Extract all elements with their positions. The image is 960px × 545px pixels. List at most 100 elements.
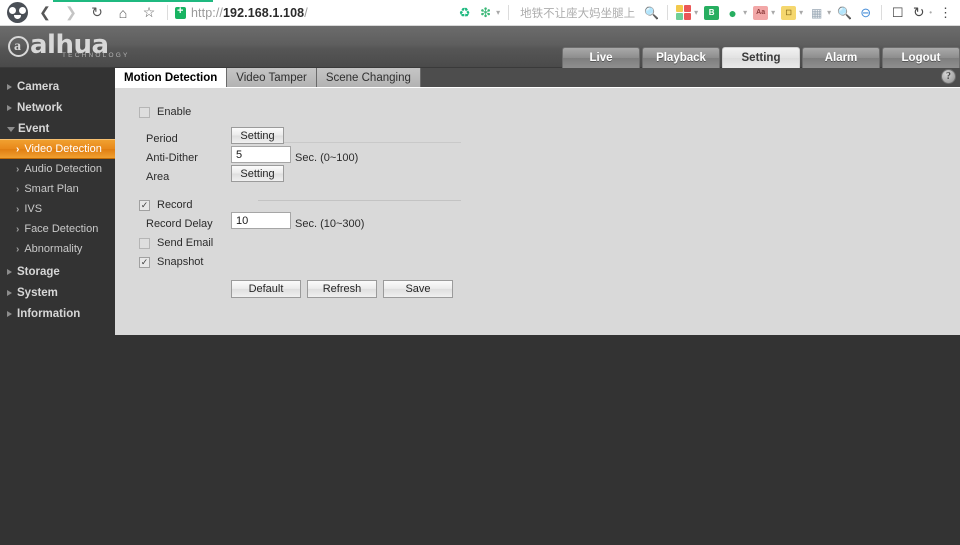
brand-subtitle: TECHNOLOGY	[62, 52, 130, 59]
chevron-down-icon-4[interactable]: ▾	[771, 8, 775, 17]
sidebar-item-ivs[interactable]: › IVS	[0, 199, 115, 219]
caret-right-icon	[7, 268, 12, 275]
zoom-out-icon[interactable]: ⊖	[857, 4, 874, 21]
chevron-down-icon-2[interactable]: ▾	[694, 8, 698, 17]
help-question-icon[interactable]: ?	[941, 69, 956, 84]
period-label: Period	[146, 133, 178, 145]
snapshot-checkbox[interactable]: ✓	[139, 256, 150, 268]
default-button[interactable]: Default	[231, 280, 301, 298]
enable-row: Enable	[139, 106, 191, 118]
screenshot-icon[interactable]: ☐	[780, 4, 797, 21]
sidebar-group-label: Camera	[17, 80, 60, 93]
reload-icon[interactable]: ↻	[84, 1, 110, 25]
antidither-unit: Sec. (0~100)	[295, 152, 359, 164]
refresh-button[interactable]: Refresh	[307, 280, 377, 298]
progress-accent-line	[53, 0, 213, 2]
shield-badge-icon[interactable]: ●	[724, 4, 741, 21]
sidebar-group-label: Event	[18, 122, 50, 135]
sidebar-group-information[interactable]: Information	[0, 303, 115, 324]
enable-checkbox[interactable]	[139, 106, 150, 118]
nav-tab-live[interactable]: Live	[562, 47, 640, 68]
record-delay-unit: Sec. (10~300)	[295, 218, 365, 230]
star-icon[interactable]: ☆	[136, 1, 162, 25]
toolbar-divider	[167, 5, 168, 20]
sidebar-group-storage[interactable]: Storage	[0, 261, 115, 282]
translate-icon[interactable]: Aa	[752, 4, 769, 21]
sidebar-group-label: Network	[17, 101, 63, 114]
tab-video-tamper[interactable]: Video Tamper	[227, 68, 317, 87]
undo-icon[interactable]: ↻	[910, 4, 927, 21]
tab-scene-changing[interactable]: Scene Changing	[316, 68, 421, 87]
apps-grid-icon[interactable]	[675, 4, 692, 21]
chevron-right-icon: ›	[16, 243, 20, 255]
chevron-down-icon-5[interactable]: ▾	[799, 8, 803, 17]
record-checkbox[interactable]: ✓	[139, 199, 150, 211]
sidebar-item-label: Video Detection	[24, 143, 102, 155]
antidither-input[interactable]	[231, 146, 291, 163]
sidebar-item-abnormality[interactable]: › Abnormality	[0, 239, 115, 259]
record-delay-label: Record Delay	[146, 218, 213, 230]
sidebar-item-smart-plan[interactable]: › Smart Plan	[0, 179, 115, 199]
chevron-down-icon-6[interactable]: ▾	[827, 8, 831, 17]
sidebar-group-label: Information	[17, 307, 81, 320]
sidebar-item-label: Smart Plan	[24, 183, 79, 195]
caret-right-icon	[7, 310, 12, 317]
antidither-label: Anti-Dither	[146, 152, 198, 164]
wallet-icon[interactable]: B	[703, 4, 720, 21]
sidebar-item-label: Abnormality	[24, 243, 83, 255]
section-divider	[258, 142, 461, 143]
leaf-green-icon[interactable]: ❇	[477, 4, 494, 21]
sidebar-group-network[interactable]: Network	[0, 97, 115, 118]
nav-tab-setting[interactable]: Setting	[722, 47, 800, 68]
save-button[interactable]: Save	[383, 280, 453, 298]
gamepad-icon[interactable]: ▦	[808, 4, 825, 21]
chevron-right-icon: ›	[16, 203, 20, 215]
sidebar-group-system[interactable]: System	[0, 282, 115, 303]
chevron-right-icon: ›	[16, 143, 20, 155]
content-area: Motion Detection Video Tamper Scene Chan…	[115, 68, 960, 335]
url-text: http://192.168.1.108/	[191, 5, 308, 20]
nav-tab-playback[interactable]: Playback	[642, 47, 720, 68]
nav-tab-alarm[interactable]: Alarm	[802, 47, 880, 68]
send-email-checkbox[interactable]	[139, 237, 150, 249]
main-nav-tabs: Live Playback Setting Alarm Logout	[560, 36, 960, 68]
chevron-right-icon: ›	[16, 163, 20, 175]
nav-tab-logout[interactable]: Logout	[882, 47, 960, 68]
tab-motion-detection[interactable]: Motion Detection	[115, 68, 228, 87]
sidebar-item-video-detection[interactable]: › Video Detection	[0, 139, 115, 159]
sidebar-item-audio-detection[interactable]: › Audio Detection	[0, 159, 115, 179]
more-menu-icon[interactable]: ⋮	[937, 4, 954, 21]
content-tabstrip: Motion Detection Video Tamper Scene Chan…	[115, 68, 960, 87]
forward-arrow-icon[interactable]: ❯	[58, 1, 84, 25]
caret-right-icon	[7, 104, 12, 111]
address-bar[interactable]: http://192.168.1.108/	[173, 5, 308, 20]
search-icon[interactable]: 🔍	[643, 4, 660, 21]
recycle-green-icon[interactable]: ♻	[456, 4, 473, 21]
home-icon[interactable]: ⌂	[110, 1, 136, 25]
area-setting-button[interactable]: Setting	[231, 165, 284, 182]
caret-right-icon	[7, 83, 12, 90]
chevron-right-icon: ›	[16, 183, 20, 195]
browser-toolbar: ❮ ❯ ↻ ⌂ ☆ http://192.168.1.108/ ♻ ❇ ▾ 地铁…	[0, 0, 960, 26]
enable-label: Enable	[157, 106, 192, 118]
period-setting-button[interactable]: Setting	[231, 127, 284, 144]
sidebar-group-event[interactable]: Event	[0, 118, 115, 139]
caret-down-icon	[7, 127, 15, 132]
browser-logo-icon	[2, 1, 32, 25]
back-arrow-icon[interactable]: ❮	[32, 1, 58, 25]
record-label: Record	[157, 199, 193, 211]
logo-a-mark: a	[8, 36, 29, 57]
sidebar-item-face-detection[interactable]: › Face Detection	[0, 219, 115, 239]
mobile-view-icon[interactable]: ☐	[889, 4, 906, 21]
toolbar-divider-2	[508, 5, 510, 20]
sidebar-item-label: Audio Detection	[24, 163, 103, 175]
sidebar: Camera Network Event › Video Detection ›…	[0, 68, 115, 545]
app-header: a alhua TECHNOLOGY Live Playback Setting…	[0, 26, 960, 68]
chevron-down-icon[interactable]: ▾	[496, 8, 500, 17]
sidebar-group-camera[interactable]: Camera	[0, 76, 115, 97]
toolbar-divider-3	[667, 5, 669, 20]
chevron-down-icon-3[interactable]: ▾	[743, 8, 747, 17]
zoom-in-icon[interactable]: 🔍	[836, 4, 853, 21]
record-delay-input[interactable]	[231, 212, 291, 229]
caret-right-icon	[7, 289, 12, 296]
